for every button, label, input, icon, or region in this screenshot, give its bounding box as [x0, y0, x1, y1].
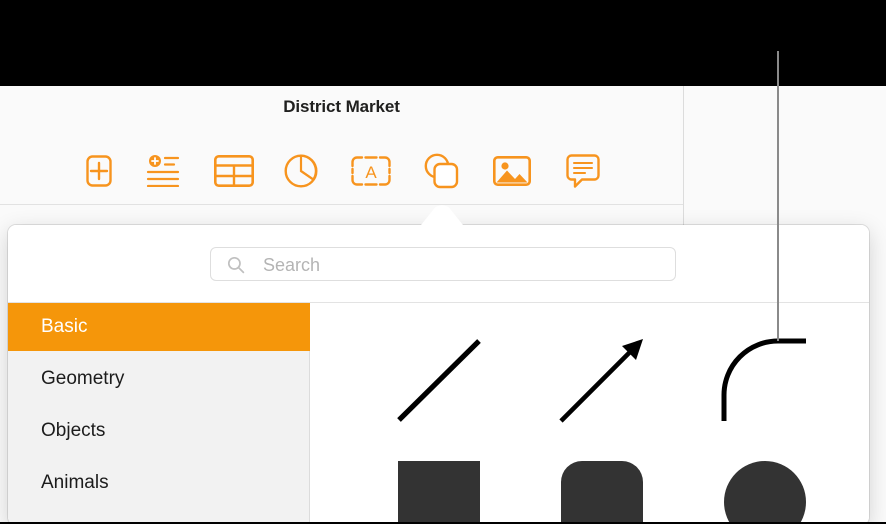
shapes-grid: [311, 303, 869, 524]
insert-shape-button[interactable]: [418, 144, 464, 198]
insert-textbox-button[interactable]: A: [348, 144, 394, 198]
svg-text:A: A: [365, 163, 377, 182]
top-letterbox-bar: [0, 0, 886, 86]
sidebar-item-objects[interactable]: Objects: [8, 407, 310, 455]
insert-table-button[interactable]: [211, 144, 257, 198]
shape-arrow[interactable]: [539, 325, 661, 435]
page-title: District Market: [283, 97, 400, 116]
comment-bubble-icon: [566, 154, 600, 188]
add-text-button[interactable]: [141, 144, 187, 198]
sidebar-item-geometry[interactable]: Geometry: [8, 355, 310, 403]
sidebar-item-label: Animals: [41, 472, 109, 493]
plus-in-rounded-square-icon: [83, 154, 115, 188]
filled-square-shape: [377, 447, 499, 524]
shape-category-sidebar: Basic Geometry Objects Animals: [8, 303, 310, 524]
table-grid-icon: [214, 155, 254, 187]
screenshot-root: District Market A Search Basic Geometry …: [0, 0, 886, 524]
text-list-plus-icon: [146, 155, 182, 187]
sidebar-item-animals[interactable]: Animals: [8, 459, 310, 507]
sidebar-item-basic[interactable]: Basic: [8, 303, 310, 351]
search-magnifier-icon: [227, 256, 245, 274]
add-slide-button[interactable]: [76, 144, 122, 198]
shapes-popover: Search Basic Geometry Objects Animals: [8, 225, 869, 524]
callout-pointer-line: [777, 51, 779, 341]
main-toolbar: A: [0, 144, 683, 200]
sidebar-item-label: Geometry: [41, 368, 125, 389]
shape-rounded-square[interactable]: [539, 447, 661, 524]
popover-search-row: Search: [8, 225, 869, 302]
search-input[interactable]: Search: [210, 247, 676, 281]
quarter-arc-shape: [702, 325, 824, 435]
shape-curved-line[interactable]: [702, 325, 824, 435]
popover-pointer-arrow: [419, 205, 465, 228]
shape-line[interactable]: [377, 325, 499, 435]
insert-chart-button[interactable]: [278, 144, 324, 198]
filled-rounded-rect-shape: [539, 447, 661, 524]
sidebar-item-label: Basic: [41, 316, 88, 337]
text-box-a-icon: A: [351, 156, 391, 186]
photo-mountain-icon: [493, 156, 531, 186]
shape-circle[interactable]: [702, 447, 824, 524]
filled-circle-shape: [702, 447, 824, 524]
pie-chart-icon: [284, 154, 318, 188]
diagonal-arrow-shape: [539, 325, 661, 435]
insert-media-button[interactable]: [489, 144, 535, 198]
search-placeholder-text: Search: [263, 255, 321, 275]
shapes-overlap-icon: [423, 153, 459, 189]
diagonal-line-shape: [377, 325, 499, 435]
shape-square[interactable]: [377, 447, 499, 524]
toolbar-separator: [0, 204, 683, 205]
sidebar-item-label: Objects: [41, 420, 106, 441]
add-comment-button[interactable]: [560, 144, 606, 198]
